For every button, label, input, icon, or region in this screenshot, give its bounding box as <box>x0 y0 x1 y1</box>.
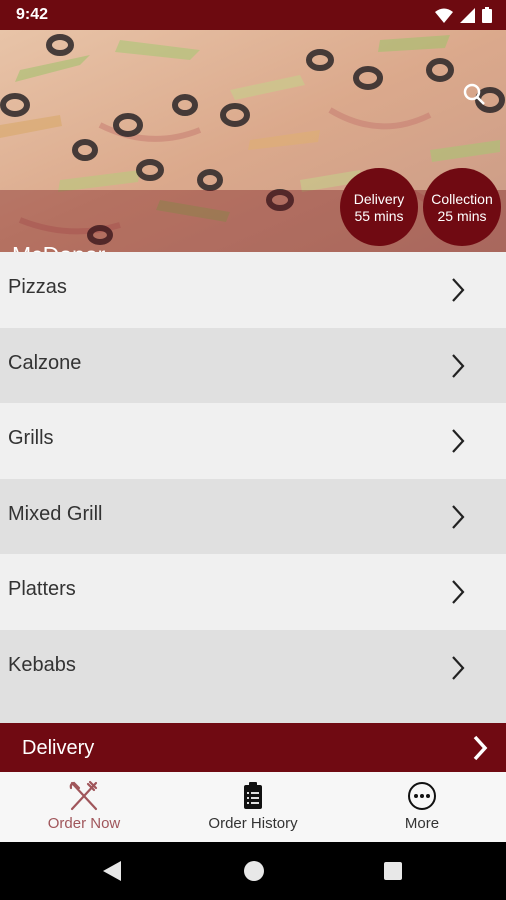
bottom-navigation: Order Now Order History More <box>0 772 506 842</box>
menu-item-label: Kebabs <box>8 653 76 676</box>
menu-item-mixed-grill[interactable]: Mixed Grill <box>0 478 506 554</box>
delivery-badge-title: Delivery <box>353 191 405 207</box>
menu-item-grills[interactable]: Grills <box>0 403 506 479</box>
system-navigation-bar <box>0 842 506 900</box>
menu-item-label: Calzone <box>8 351 82 374</box>
wifi-icon <box>435 8 453 23</box>
chevron-right-icon <box>452 580 465 604</box>
restaurant-name: McDoner <box>12 242 105 252</box>
battery-icon <box>482 7 492 23</box>
recents-icon[interactable] <box>384 862 402 880</box>
nav-more[interactable]: More <box>338 772 506 842</box>
chevron-right-icon <box>452 278 465 302</box>
nav-order-now[interactable]: Order Now <box>0 772 168 842</box>
signal-icon <box>460 7 475 23</box>
nav-more-label: More <box>404 815 440 832</box>
back-icon[interactable] <box>103 861 121 881</box>
collection-badge-title: Collection <box>431 191 493 207</box>
more-icon <box>408 782 436 810</box>
app-screen: 9:42 Delivery 55 mins Collection 25 mins… <box>0 0 506 900</box>
delivery-mode-bar[interactable]: Delivery <box>0 723 506 772</box>
menu-item-label: Pizzas <box>8 276 67 298</box>
delivery-time-badge[interactable]: Delivery 55 mins <box>340 168 418 246</box>
fork-knife-icon <box>69 780 98 811</box>
chevron-right-icon <box>473 735 488 761</box>
collection-time-badge[interactable]: Collection 25 mins <box>423 168 501 246</box>
menu-item-label: Grills <box>8 427 54 449</box>
chevron-right-icon <box>452 655 465 680</box>
clipboard-icon <box>244 782 262 809</box>
chevron-right-icon <box>452 504 465 529</box>
menu-item-platters[interactable]: Platters <box>0 554 506 630</box>
search-icon[interactable] <box>462 82 486 106</box>
nav-order-now-label: Order Now <box>47 815 121 832</box>
menu-item-partial[interactable] <box>0 705 506 723</box>
menu-category-list: Pizzas Calzone Grills Mixed Grill Platte… <box>0 252 506 705</box>
chevron-right-icon <box>452 429 465 453</box>
delivery-badge-time: 55 mins <box>354 208 404 224</box>
delivery-mode-label: Delivery <box>22 737 95 759</box>
nav-order-history-label: Order History <box>208 815 298 832</box>
menu-item-pizzas[interactable]: Pizzas <box>0 252 506 328</box>
status-bar: 9:42 <box>0 0 506 30</box>
collection-badge-time: 25 mins <box>437 208 487 224</box>
status-icons <box>435 6 492 24</box>
home-icon[interactable] <box>244 861 264 881</box>
menu-item-calzone[interactable]: Calzone <box>0 327 506 403</box>
menu-item-label: Mixed Grill <box>8 502 103 525</box>
nav-order-history[interactable]: Order History <box>169 772 337 842</box>
menu-item-kebabs[interactable]: Kebabs <box>0 629 506 705</box>
status-time: 9:42 <box>16 6 49 23</box>
menu-item-label: Platters <box>8 578 76 600</box>
chevron-right-icon <box>452 353 465 378</box>
